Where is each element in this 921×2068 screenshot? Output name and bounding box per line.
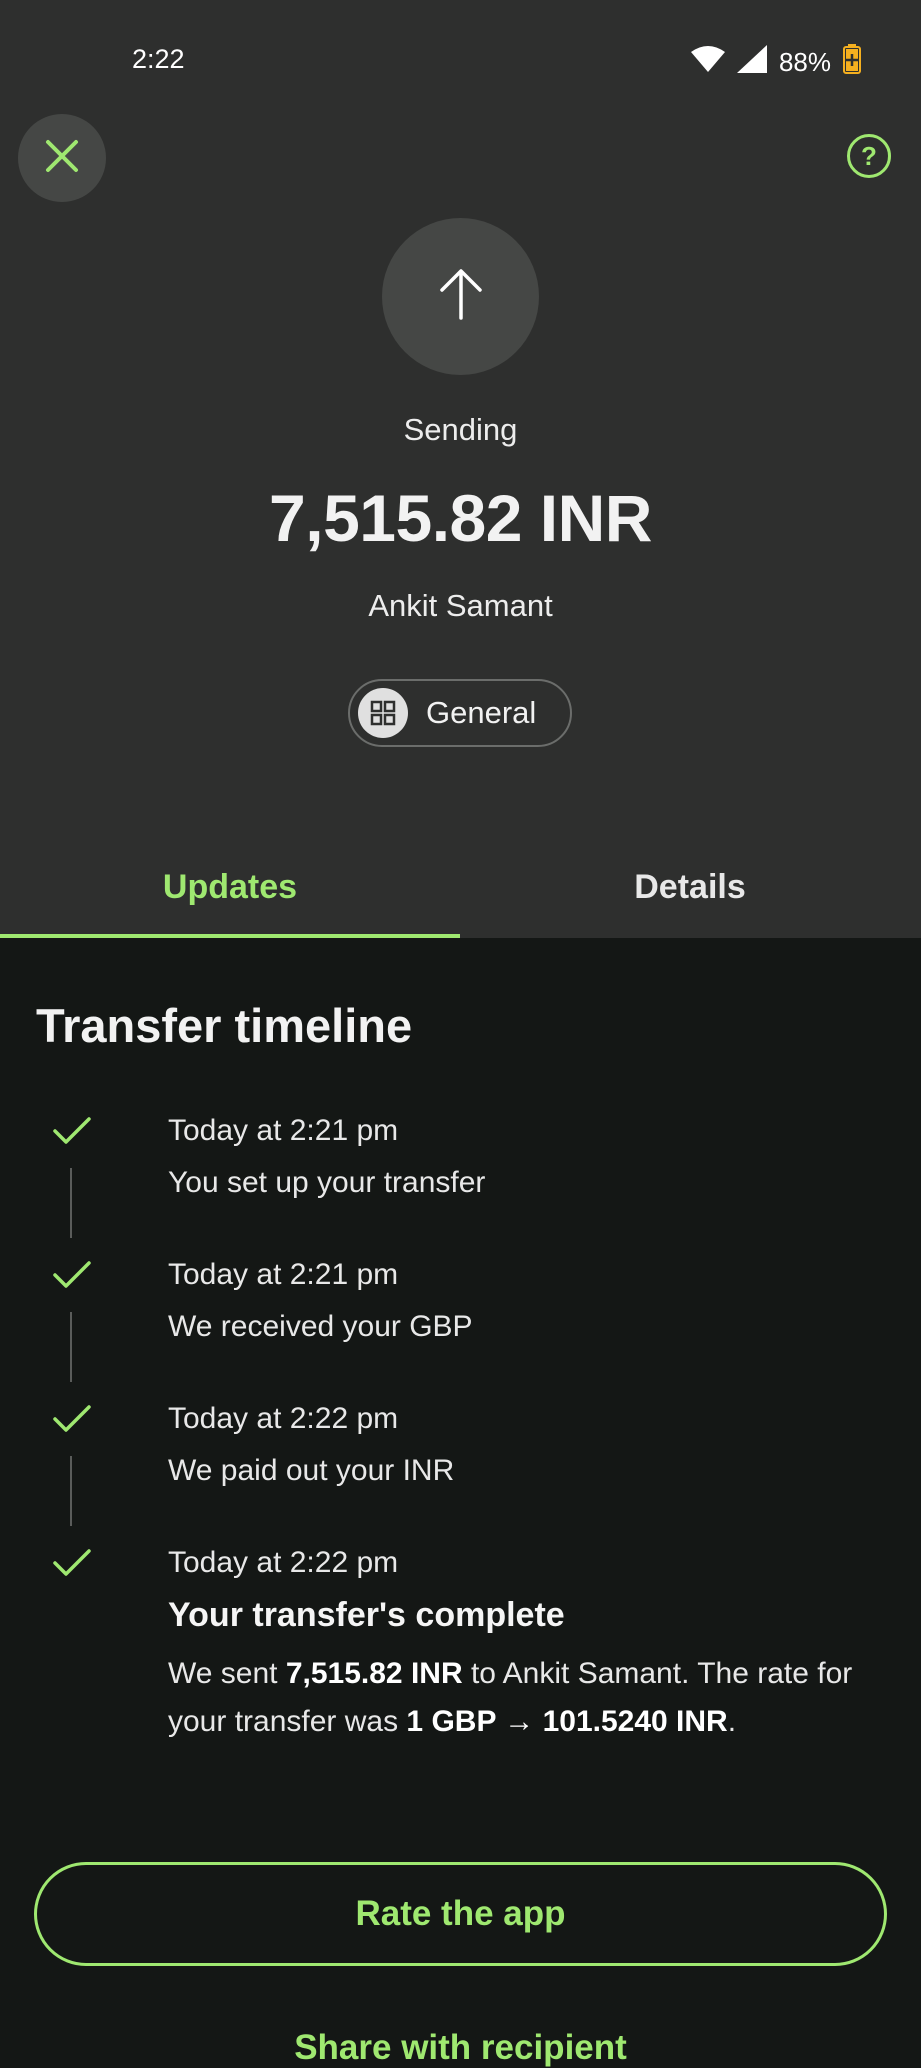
battery-icon — [843, 44, 861, 81]
tab-bar: Updates Details — [0, 858, 921, 938]
desc-rate: 1 GBP → 101.5240 INR — [406, 1705, 728, 1738]
signal-icon — [736, 45, 767, 80]
check-icon — [52, 1260, 92, 1290]
timeline-time: Today at 2:22 pm — [168, 1546, 399, 1579]
timeline-connector — [70, 1168, 72, 1238]
status-icons: 88% — [690, 44, 861, 81]
help-icon: ? — [861, 140, 877, 171]
battery-percent: 88% — [778, 47, 831, 77]
desc-prefix: We sent — [168, 1657, 286, 1690]
recipient-name: Ankit Samant — [368, 588, 553, 623]
timeline-text: We received your GBP — [168, 1310, 473, 1343]
status-bar: 2:22 88% — [0, 0, 921, 110]
transfer-direction-badge — [382, 218, 539, 375]
grid-icon — [358, 688, 408, 738]
check-icon — [52, 1404, 92, 1434]
timeline-text: You set up your transfer — [168, 1166, 486, 1199]
timeline-time: Today at 2:21 pm — [168, 1258, 399, 1291]
timeline-heading: Your transfer's complete — [168, 1596, 565, 1634]
active-tab-indicator — [0, 934, 460, 938]
transfer-header: 2:22 88% ? Sending 7,515.82 INR Ankit Sa… — [0, 0, 921, 938]
timeline-connector — [70, 1312, 72, 1382]
category-chip[interactable]: General — [348, 679, 572, 747]
tab-details[interactable]: Details — [460, 868, 920, 907]
timeline-text: We paid out your INR — [168, 1454, 455, 1487]
transfer-amount: 7,515.82 INR — [269, 481, 652, 555]
timeline-description: We sent 7,515.82 INR to Ankit Samant. Th… — [168, 1650, 888, 1746]
status-time: 2:22 — [132, 44, 185, 74]
transfer-status-label: Sending — [403, 412, 518, 447]
rate-app-button[interactable]: Rate the app — [34, 1862, 887, 1966]
wifi-icon — [690, 46, 725, 79]
timeline-time: Today at 2:21 pm — [168, 1114, 399, 1147]
desc-suffix: . — [727, 1705, 737, 1738]
timeline-connector — [70, 1456, 72, 1526]
share-with-recipient-button[interactable]: Share with recipient — [0, 2028, 921, 2068]
timeline-title: Transfer timeline — [36, 999, 413, 1052]
help-button[interactable]: ? — [847, 134, 891, 178]
tab-updates[interactable]: Updates — [0, 868, 460, 907]
category-label: General — [426, 695, 537, 730]
check-icon — [52, 1548, 92, 1578]
close-button[interactable] — [18, 114, 106, 202]
timeline-time: Today at 2:22 pm — [168, 1402, 399, 1435]
desc-amount: 7,515.82 INR — [285, 1657, 463, 1690]
check-icon — [52, 1116, 92, 1146]
close-icon — [45, 139, 79, 178]
arrow-up-icon — [438, 268, 484, 325]
